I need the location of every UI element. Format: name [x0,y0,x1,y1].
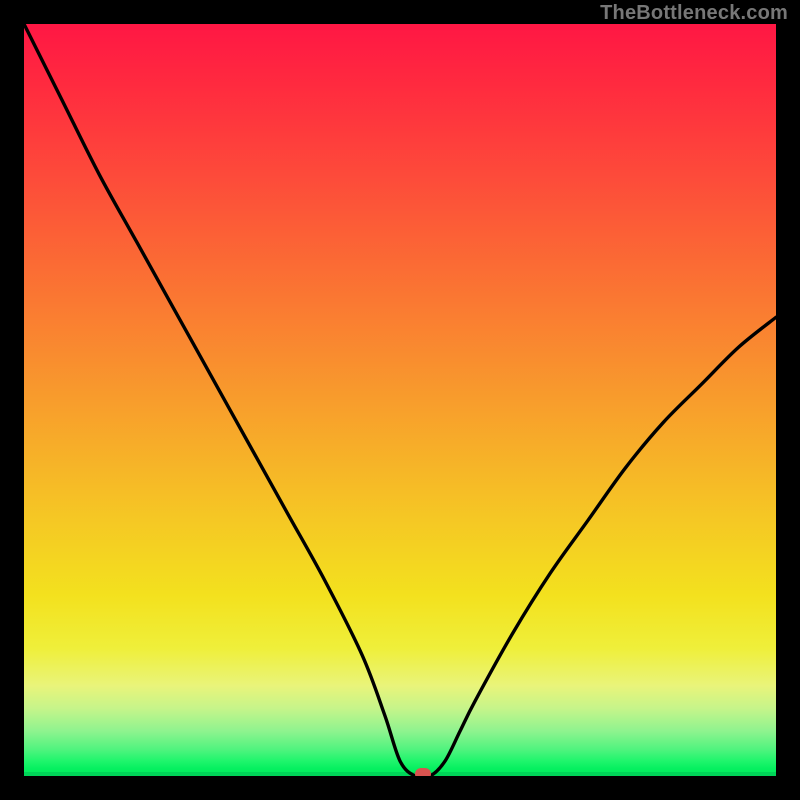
bottleneck-curve [24,24,776,776]
plot-area [24,24,776,776]
watermark-text: TheBottleneck.com [600,2,788,25]
minimum-marker [415,768,431,776]
figure-root: TheBottleneck.com [0,0,800,800]
